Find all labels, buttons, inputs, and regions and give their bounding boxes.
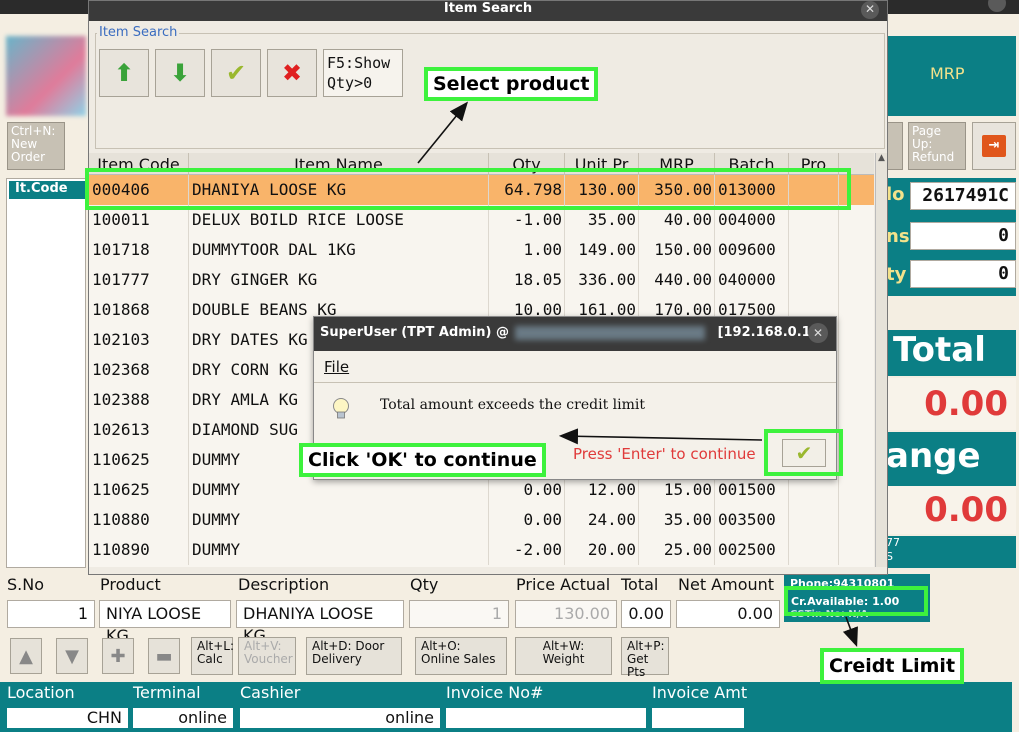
ok-arrow	[558, 428, 763, 445]
credit-arrow	[842, 616, 858, 648]
annotation-arrows	[417, 101, 858, 648]
select-product-arrow	[417, 101, 469, 164]
